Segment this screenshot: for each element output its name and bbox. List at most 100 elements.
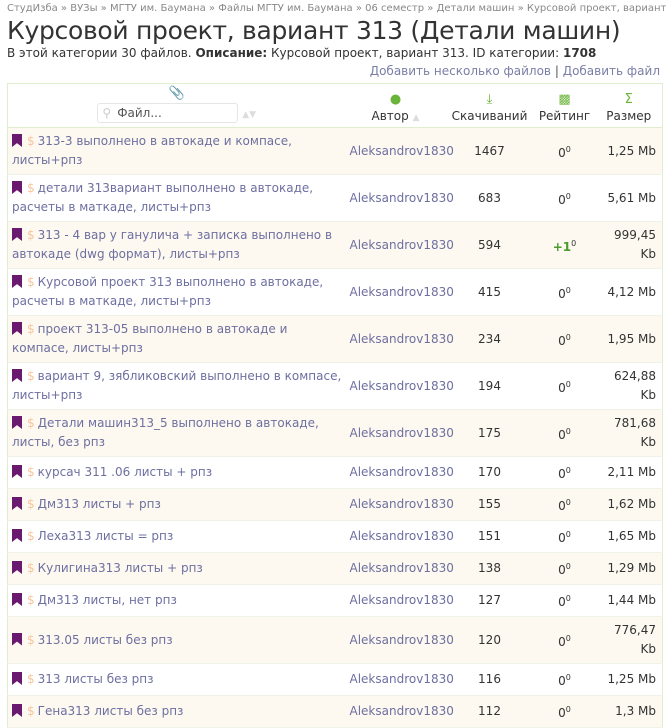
breadcrumb-item[interactable]: СтудИзба [7, 3, 58, 14]
file-name-link[interactable]: Курсовой проект 313 выполнено в автокаде… [12, 275, 323, 308]
rating-value: 0 [558, 595, 566, 609]
breadcrumb-item[interactable]: Файлы МГТУ им. Баумана [218, 3, 352, 14]
table-row: $ вариант 9, зябликовский выполнено в ком… [7, 362, 663, 410]
file-name-link[interactable]: 313.05 листы без рпз [38, 633, 173, 647]
file-name-link[interactable]: 313 листы без рпз [38, 672, 154, 686]
author-link[interactable]: Aleksandrov1830 [345, 221, 454, 269]
add-file-link[interactable]: Добавить файл [563, 64, 660, 78]
file-name-link[interactable]: Дм313 листы, нет рпз [38, 593, 177, 607]
table-row: $ детали 313вариант выполнено в автокаде,… [7, 174, 663, 222]
dollar-icon: $ [27, 593, 35, 607]
bookmark-icon[interactable] [12, 704, 22, 717]
breadcrumb-item[interactable]: Курсовой проект, вариант 313 [527, 3, 666, 14]
author-link[interactable]: Aleksandrov1830 [345, 362, 454, 410]
author-link[interactable]: Aleksandrov1830 [345, 584, 454, 617]
dollar-icon: $ [27, 322, 35, 336]
downloads-column-header[interactable]: ⤓ Скачиваний [445, 83, 534, 128]
author-link[interactable]: Aleksandrov1830 [345, 695, 454, 728]
file-name-link[interactable]: Дм313 листы + рпз [38, 497, 161, 511]
author-link[interactable]: Aleksandrov1830 [345, 315, 454, 363]
file-name-link[interactable]: 313 - 4 вар у ганулича + записка выполне… [12, 228, 332, 261]
bookmark-icon[interactable] [12, 369, 22, 382]
dollar-icon: $ [27, 704, 35, 718]
author-link[interactable]: Aleksandrov1830 [345, 268, 454, 316]
sort-icon[interactable]: ▲ [413, 113, 420, 123]
files-table: 📎 ⚲ Файл... ▲▼ ● Автор ▲ ⤓ Скачиваний ▩ Рейт… [7, 83, 663, 728]
bar-chart-icon: ▩ [558, 92, 571, 107]
dollar-icon: $ [27, 529, 35, 543]
downloads-count: 116 [445, 663, 534, 696]
bookmark-icon[interactable] [12, 561, 22, 574]
breadcrumb-item[interactable]: Детали машин [437, 3, 515, 14]
breadcrumb-item[interactable]: 06 семестр [365, 3, 424, 14]
rating-value: 0 [558, 467, 566, 481]
bookmark-icon[interactable] [12, 228, 22, 241]
bookmark-icon[interactable] [12, 465, 22, 478]
bookmark-icon[interactable] [12, 275, 22, 288]
file-name-link[interactable]: курсач 311 .06 листы + рпз [38, 465, 213, 479]
vote-count: 0 [565, 285, 571, 295]
file-name-link[interactable]: Кулигина313 листы + рпз [38, 561, 203, 575]
file-name-link[interactable]: проект 313-05 выполнено в автокаде и ком… [12, 322, 287, 355]
table-row: $313 листы без рпз Aleksandrov1830 116 0… [7, 663, 663, 696]
file-name-link[interactable]: вариант 9, зябликовский выполнено в комп… [12, 369, 341, 402]
rating-value: 0 [558, 634, 566, 649]
rating-cell: 00 [533, 695, 596, 728]
author-link[interactable]: Aleksandrov1830 [345, 552, 454, 585]
sort-icon[interactable]: ▲▼ [242, 110, 256, 120]
file-size: 1,25 Mb [595, 127, 663, 175]
vote-count: 0 [571, 238, 577, 248]
vote-count: 0 [565, 594, 571, 603]
bookmark-icon[interactable] [12, 497, 22, 510]
file-name-link[interactable]: детали 313вариант выполнено в автокаде, … [12, 181, 313, 214]
vote-count: 0 [565, 379, 571, 389]
downloads-count: 138 [445, 552, 534, 585]
file-cell: $ Детали машин313_5 выполнено в автокаде,… [7, 409, 346, 457]
rating-value: 0 [558, 531, 566, 545]
size-column-header[interactable]: Σ Размер [595, 83, 663, 128]
vote-count: 0 [565, 633, 571, 643]
user-icon: ● [389, 92, 402, 107]
bookmark-icon[interactable] [12, 632, 22, 646]
bookmark-icon[interactable] [12, 416, 22, 429]
rating-column-header[interactable]: ▩ Рейтинг [533, 83, 596, 128]
rating-value: 0 [558, 674, 566, 688]
file-name-link[interactable]: Детали машин313_5 выполнено в автокаде, … [12, 416, 319, 449]
breadcrumb-item[interactable]: ВУЗы [70, 3, 97, 14]
downloads-count: 594 [445, 221, 534, 269]
author-link[interactable]: Aleksandrov1830 [345, 616, 454, 664]
table-row: $ Дм313 листы, нет рпз Aleksandrov1830 12… [7, 584, 663, 617]
author-link[interactable]: Aleksandrov1830 [345, 663, 454, 696]
add-many-files-link[interactable]: Добавить несколько файлов [370, 64, 551, 78]
table-row: $313.05 листы без рпз Aleksandrov1830 12… [7, 616, 663, 664]
table-row: $ Кулигина313 листы + рпз Aleksandrov1830… [7, 552, 663, 585]
file-name-link[interactable]: 313-3 выполнено в автокаде и компасе, ли… [12, 134, 292, 167]
bookmark-icon[interactable] [12, 593, 22, 606]
author-link[interactable]: Aleksandrov1830 [345, 174, 454, 222]
bookmark-icon[interactable] [12, 672, 22, 685]
bookmark-icon[interactable] [12, 134, 22, 147]
bookmark-icon[interactable] [12, 181, 22, 194]
table-row: $ курсач 311 .06 листы + рпз Aleksandrov1… [7, 456, 663, 489]
file-search-input[interactable]: ⚲ Файл... [97, 103, 239, 123]
file-cell: $ Дм313 листы + рпз [7, 488, 346, 521]
file-size: 999,45 Kb [595, 221, 663, 269]
rating-value: 0 [558, 427, 566, 442]
author-link[interactable]: Aleksandrov1830 [345, 488, 454, 521]
vote-count: 0 [565, 426, 571, 436]
author-link[interactable]: Aleksandrov1830 [345, 456, 454, 489]
author-link[interactable]: Aleksandrov1830 [345, 409, 454, 457]
bookmark-icon[interactable] [12, 529, 22, 542]
breadcrumb-item[interactable]: МГТУ им. Баумана [110, 3, 206, 14]
bookmark-icon[interactable] [12, 322, 22, 335]
file-name-link[interactable]: Гена313 листы без рпз [38, 704, 184, 718]
author-column-header[interactable]: ● Автор ▲ [345, 83, 446, 128]
rating-value: 0 [558, 380, 566, 395]
author-link[interactable]: Aleksandrov1830 [345, 127, 454, 175]
file-size: 624,88 Kb [595, 362, 663, 410]
author-link[interactable]: Aleksandrov1830 [345, 520, 454, 553]
file-name-link[interactable]: Леха313 листы = рпз [38, 529, 174, 543]
dollar-icon: $ [27, 275, 35, 289]
rating-cell: 00 [533, 409, 596, 457]
vote-count: 0 [565, 144, 571, 154]
